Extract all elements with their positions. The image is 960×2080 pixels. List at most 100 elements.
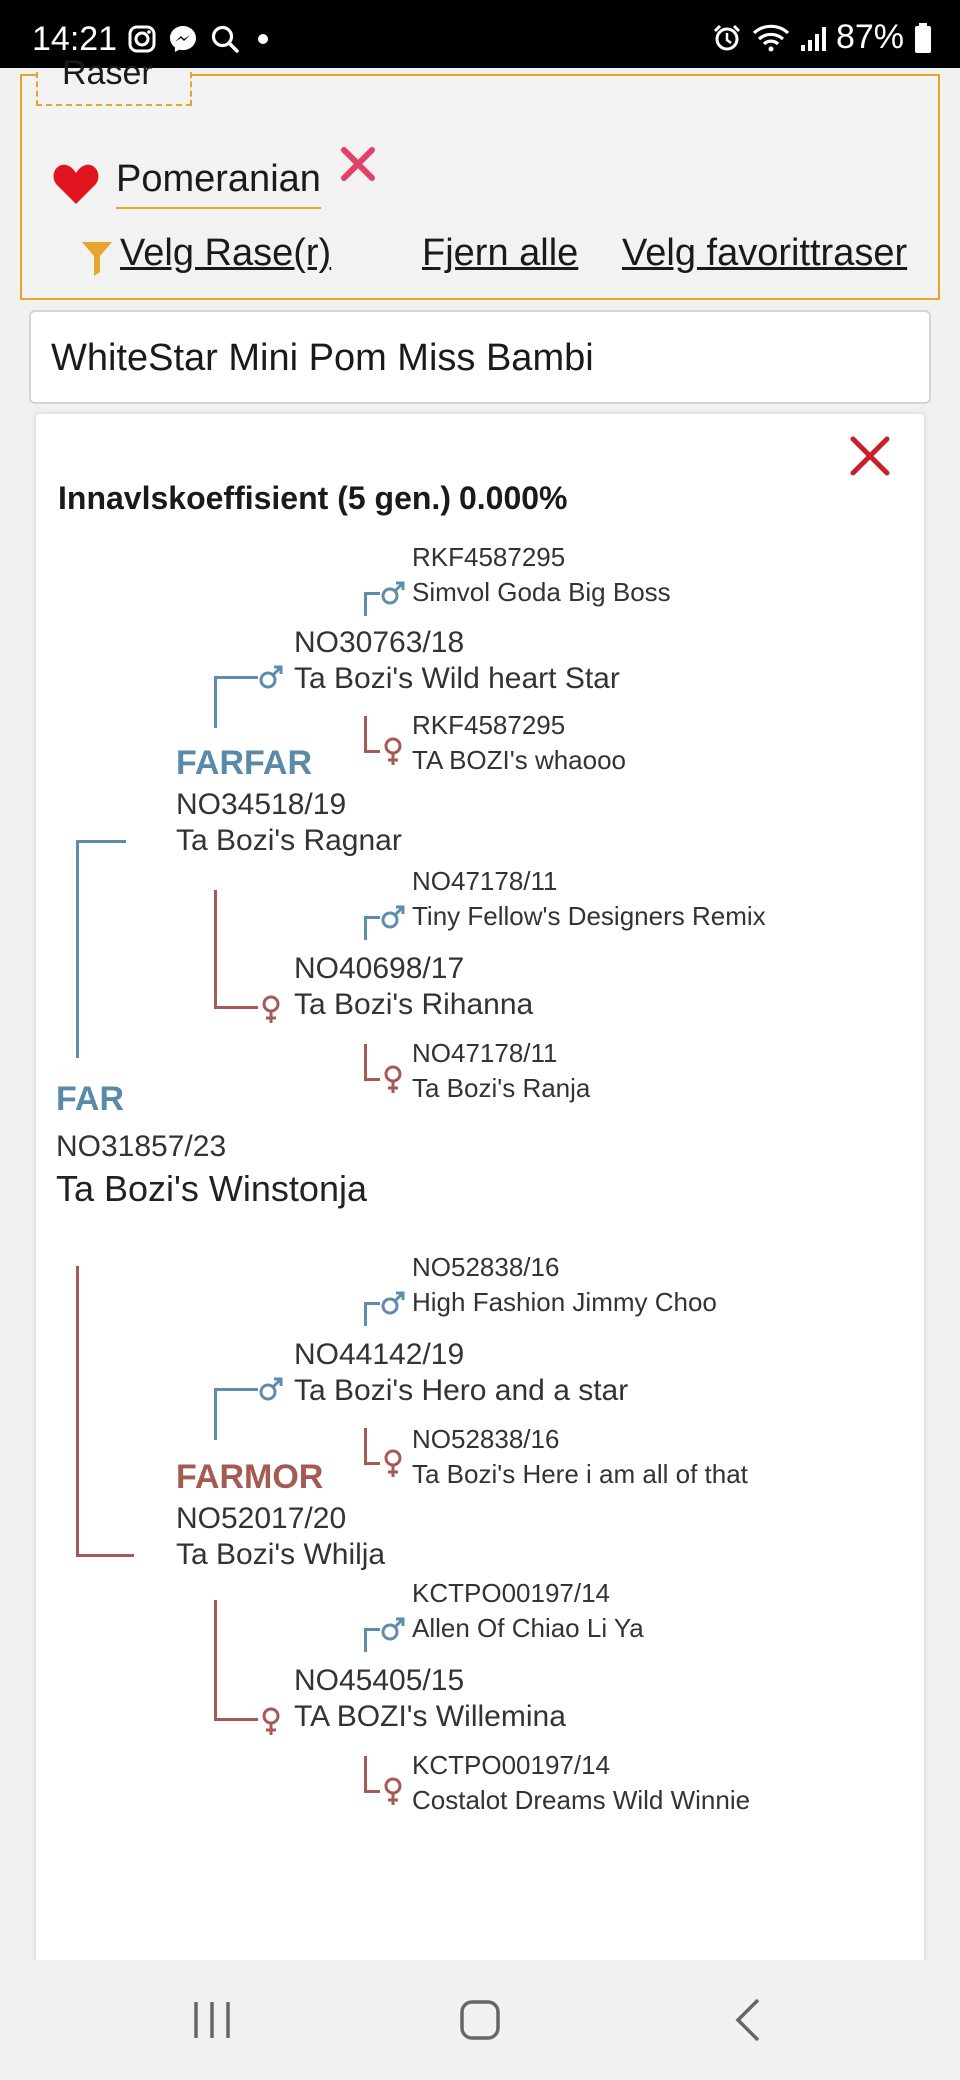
ancestor-name[interactable]: TA BOZI's whaooo	[412, 745, 626, 776]
female-icon	[262, 1707, 280, 1735]
ancestor-reg: NO30763/18	[294, 626, 465, 659]
connector-line	[364, 1756, 367, 1792]
ancestor-name[interactable]: Ta Bozi's Hero and a star	[294, 1374, 628, 1408]
connector-line	[364, 1078, 380, 1081]
navigation-bar	[0, 1960, 960, 2080]
breed-legend: Raser	[36, 54, 192, 106]
ancestor-reg: NO45405/15	[294, 1664, 465, 1697]
ancestor-name[interactable]: Simvol Goda Big Boss	[412, 577, 671, 608]
breed-filter-panel: Raser Pomeranian Velg Rase(r) Fjern alle…	[20, 54, 940, 300]
ancestor-reg: NO44142/19	[294, 1338, 465, 1371]
breed-legend-label: Raser	[62, 54, 153, 92]
select-breeds-link[interactable]: Velg Rase(r)	[120, 232, 331, 275]
female-icon	[262, 995, 280, 1023]
battery-icon	[915, 22, 931, 53]
wifi-icon	[752, 24, 790, 51]
role-farfar: FARFAR	[176, 744, 312, 782]
far-name[interactable]: Ta Bozi's Winstonja	[56, 1168, 367, 1210]
search-icon	[211, 25, 239, 53]
male-icon	[381, 1617, 405, 1641]
role-farmor: FARMOR	[176, 1458, 324, 1496]
instagram-icon	[128, 25, 156, 53]
connector-line	[364, 1790, 380, 1793]
connector-line	[364, 592, 367, 616]
connector-line	[214, 1006, 258, 1009]
ancestor-reg: NO52838/16	[412, 1424, 560, 1454]
connector-line	[364, 1302, 367, 1326]
inbreeding-coefficient: Innavlskoeffisient (5 gen.) 0.000%	[58, 480, 568, 517]
male-icon	[259, 665, 283, 689]
ancestor-name[interactable]: Ta Bozi's Wild heart Star	[294, 662, 620, 696]
ancestor-name[interactable]: Ta Bozi's Rihanna	[294, 988, 533, 1022]
female-icon	[384, 1777, 402, 1805]
ancestor-reg: NO52838/16	[412, 1252, 560, 1282]
remove-all-link[interactable]: Fjern alle	[422, 232, 578, 275]
inbreeding-coefficient-value: 0.000%	[458, 480, 568, 516]
ancestor-name[interactable]: Allen Of Chiao Li Ya	[412, 1613, 644, 1644]
male-icon	[381, 905, 405, 929]
selected-breed-name[interactable]: Pomeranian	[116, 158, 321, 209]
farmor-name[interactable]: Ta Bozi's Whilja	[176, 1538, 385, 1572]
breed-actions: Velg Rase(r) Fjern alle Velg favorittras…	[62, 232, 932, 282]
connector-line	[76, 840, 79, 1058]
ancestor-name[interactable]: Tiny Fellow's Designers Remix	[412, 901, 766, 932]
back-icon[interactable]	[720, 1990, 780, 2050]
ancestor-name[interactable]: Ta Bozi's Here i am all of that	[412, 1459, 748, 1490]
connector-line	[364, 916, 367, 940]
connector-line	[364, 1462, 380, 1465]
ancestor-reg: NO47178/11	[412, 1038, 558, 1068]
ancestor-name[interactable]: Ta Bozi's Ranja	[412, 1073, 590, 1104]
connector-line	[214, 1718, 258, 1721]
dog-search-box	[29, 310, 931, 404]
remove-breed-icon[interactable]	[338, 144, 378, 184]
ancestor-name[interactable]: TA BOZI's Willemina	[294, 1700, 566, 1734]
alarm-icon	[713, 24, 740, 50]
connector-line	[214, 1388, 217, 1440]
ancestor-name[interactable]: Costalot Dreams Wild Winnie	[412, 1785, 750, 1816]
battery-percentage: 87%	[835, 18, 904, 56]
status-notification-icons	[128, 24, 274, 54]
connector-line	[364, 1628, 367, 1652]
status-system-icons: 87%	[712, 18, 932, 57]
connector-line	[364, 1628, 380, 1631]
filter-icon	[82, 242, 112, 276]
connector-line	[364, 750, 380, 753]
connector-line	[76, 1266, 79, 1556]
female-icon	[384, 737, 402, 765]
connector-line	[214, 1388, 258, 1391]
ancestor-reg: RKF4587295	[412, 542, 566, 572]
selected-breed-chip: Pomeranian	[52, 158, 321, 209]
heart-icon[interactable]	[52, 162, 100, 206]
connector-line	[214, 890, 217, 1008]
ancestor-reg: NO40698/17	[294, 952, 465, 985]
connector-line	[364, 1302, 380, 1305]
connector-line	[214, 676, 258, 679]
role-far: FAR	[56, 1080, 124, 1118]
ancestor-reg: KCTPO00197/14	[412, 1750, 611, 1780]
ancestor-reg: RKF4587295	[412, 710, 566, 740]
close-icon[interactable]	[848, 434, 892, 478]
connector-line	[364, 1044, 367, 1080]
recent-apps-icon[interactable]	[182, 1990, 242, 2050]
farmor-reg: NO52017/20	[176, 1502, 347, 1535]
connector-line	[76, 1554, 134, 1557]
connector-line	[214, 1600, 217, 1720]
far-reg: NO31857/23	[56, 1130, 227, 1163]
select-favorites-link[interactable]: Velg favorittraser	[622, 232, 907, 275]
ancestor-name[interactable]: High Fashion Jimmy Choo	[412, 1287, 717, 1318]
connector-line	[364, 916, 380, 919]
female-icon	[384, 1449, 402, 1477]
connector-line	[364, 716, 367, 752]
ancestor-reg: NO47178/11	[412, 866, 558, 896]
connector-line	[364, 592, 380, 595]
male-icon	[381, 581, 405, 605]
ancestor-reg: KCTPO00197/14	[412, 1578, 611, 1608]
farfar-reg: NO34518/19	[176, 788, 347, 821]
connector-line	[364, 1428, 367, 1464]
dog-search-input[interactable]	[51, 326, 911, 390]
home-icon[interactable]	[450, 1990, 510, 2050]
farfar-name[interactable]: Ta Bozi's Ragnar	[176, 824, 402, 858]
male-icon	[381, 1291, 405, 1315]
signal-icon	[800, 26, 826, 51]
connector-line	[214, 676, 217, 728]
